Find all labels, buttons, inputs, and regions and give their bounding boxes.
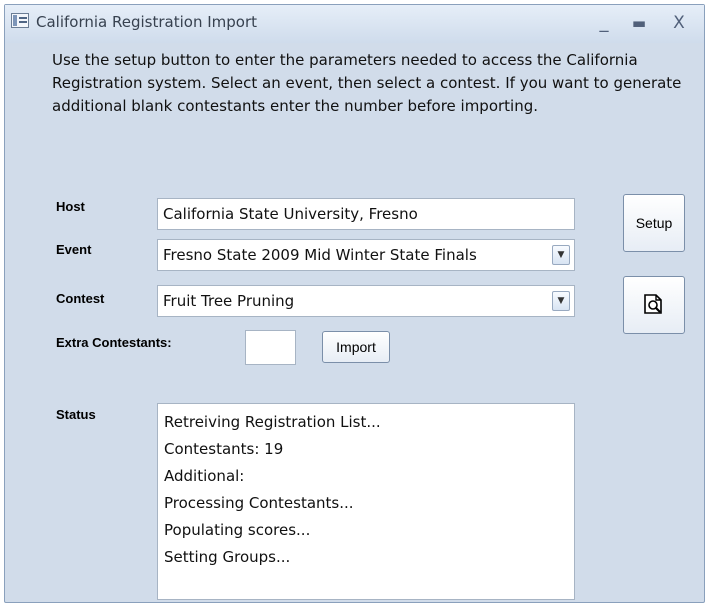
status-box: Retreiving Registration List... Contesta… (157, 403, 575, 600)
status-line: Populating scores... (164, 521, 311, 539)
status-line: Setting Groups... (164, 548, 291, 566)
host-label: Host (56, 199, 85, 214)
chevron-down-icon[interactable]: ▼ (552, 291, 570, 311)
minimize-button[interactable]: _ (590, 12, 618, 34)
chevron-down-icon[interactable]: ▼ (552, 245, 570, 265)
contest-select-value: Fruit Tree Pruning (163, 292, 295, 310)
title-bar: California Registration Import _ ▬ X (5, 5, 704, 43)
import-button[interactable]: Import (322, 331, 390, 363)
contest-select[interactable]: Fruit Tree Pruning ▼ (157, 285, 575, 317)
close-button[interactable]: X (665, 12, 693, 34)
status-label: Status (56, 407, 96, 422)
import-window: California Registration Import _ ▬ X Use… (4, 4, 705, 603)
maximize-button[interactable]: ▬ (625, 12, 653, 34)
event-label: Event (56, 242, 92, 257)
status-line: Retreiving Registration List... (164, 413, 381, 431)
status-line: Contestants: 19 (164, 440, 284, 458)
form-icon (11, 13, 29, 28)
event-select-value: Fresno State 2009 Mid Winter State Final… (163, 246, 477, 264)
preview-button[interactable] (623, 276, 685, 334)
event-select[interactable]: Fresno State 2009 Mid Winter State Final… (157, 239, 575, 271)
print-preview-icon (644, 294, 662, 314)
form-content: Use the setup button to enter the parame… (7, 43, 702, 600)
setup-button[interactable]: Setup (623, 194, 685, 252)
status-line: Additional: (164, 467, 245, 485)
host-field[interactable]: California State University, Fresno (157, 198, 575, 230)
status-line: Processing Contestants... (164, 494, 354, 512)
extra-contestants-label: Extra Contestants: (56, 335, 172, 350)
extra-contestants-field[interactable] (245, 330, 296, 365)
instructions-text: Use the setup button to enter the parame… (52, 51, 682, 115)
contest-label: Contest (56, 291, 105, 306)
window-title: California Registration Import (36, 13, 258, 31)
